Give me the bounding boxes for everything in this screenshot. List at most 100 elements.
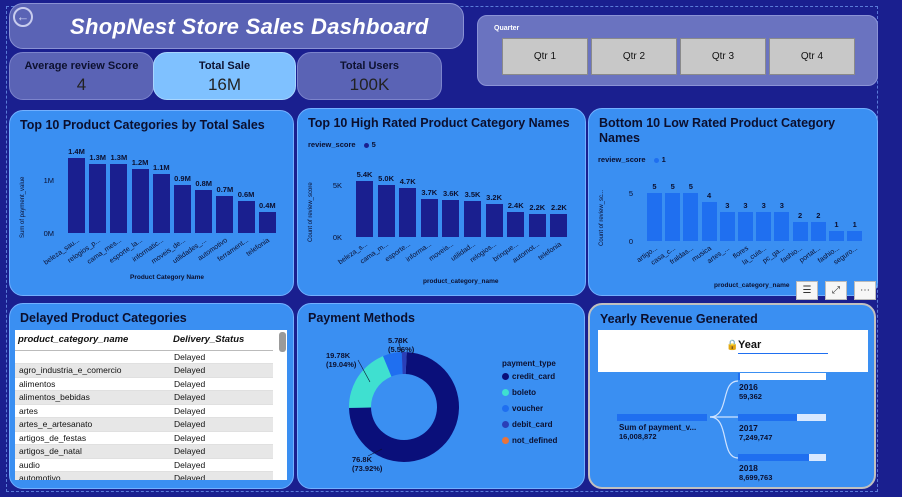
column-header[interactable]: product_category_name <box>15 330 170 351</box>
table-row[interactable]: alimentos_bebidas Delayed <box>15 390 273 405</box>
table-row[interactable]: audio Delayed <box>15 458 273 472</box>
data-label: 5 <box>688 181 693 191</box>
table-scrollbar[interactable] <box>279 332 286 352</box>
bar[interactable] <box>647 192 662 241</box>
slice-data-label: 19.78K <box>326 351 351 360</box>
x-axis-title: Product Category Name <box>130 274 205 281</box>
legend-item[interactable]: voucher <box>502 404 557 413</box>
bar[interactable] <box>528 214 546 237</box>
bar[interactable] <box>550 214 568 237</box>
table-cell: Delayed <box>170 377 273 391</box>
bar[interactable] <box>258 211 276 233</box>
table-cell: audio <box>15 458 170 472</box>
back-arrow-icon[interactable]: ← <box>13 7 33 27</box>
delayed-categories-table-card: Delayed Product Categories product_categ… <box>9 303 294 489</box>
data-label: 4.7K <box>399 177 416 187</box>
more-options-icon[interactable]: ⋯ <box>854 281 876 300</box>
year-bar-fill <box>738 454 810 461</box>
title-banner: ← ShopNest Store Sales Dashboard <box>9 3 464 49</box>
year-value: 59,362 <box>739 392 762 401</box>
bar[interactable] <box>131 169 149 233</box>
bar[interactable] <box>847 231 863 241</box>
root-value: 16,008,872 <box>619 432 657 441</box>
table-cell: artigos_de_festas <box>15 431 170 445</box>
table-cell: automotivo <box>15 471 170 480</box>
bar[interactable] <box>792 221 808 241</box>
root-label: Sum of payment_v... <box>619 423 697 432</box>
decomposition-tree-lines <box>709 380 739 459</box>
quarter-button-q2[interactable]: Qtr 2 <box>591 38 677 75</box>
bar[interactable] <box>110 163 128 233</box>
table-cell: Delayed <box>170 404 273 418</box>
legend-item[interactable]: debit_card <box>502 420 557 429</box>
table-cell: alimentos_bebidas <box>15 390 170 405</box>
bar[interactable] <box>216 195 234 233</box>
low-rated-categories-chart[interactable]: Bottom 10 Low Rated Product Category Nam… <box>588 108 878 296</box>
table-title: Delayed Product Categories <box>20 311 187 325</box>
table-cell: artes <box>15 404 170 418</box>
data-label: 3 <box>779 201 784 210</box>
page-title: ShopNest Store Sales Dashboard <box>70 14 429 39</box>
legend-marker <box>363 142 369 148</box>
quarter-button-q1[interactable]: Qtr 1 <box>502 38 588 75</box>
year-bar-track[interactable] <box>738 454 826 461</box>
payment-methods-chart[interactable]: Payment Methods 76.8K (73.92%) 19.78K (19.0… <box>297 303 585 489</box>
high-rated-categories-chart[interactable]: Top 10 High Rated Product Category Names… <box>297 108 586 296</box>
bar[interactable] <box>829 231 844 241</box>
bar[interactable] <box>507 212 525 237</box>
table-row[interactable]: agro_industria_e_comercio Delayed <box>15 363 273 378</box>
table-row[interactable]: Delayed <box>15 350 273 364</box>
table-row[interactable]: artes Delayed <box>15 404 273 418</box>
legend-item[interactable]: credit_card <box>502 372 557 381</box>
legend-title: review_score <box>598 155 646 164</box>
year-label: 2017 <box>739 423 758 433</box>
legend-label: credit_card <box>512 372 556 381</box>
table-row[interactable]: automotivo Delayed <box>15 471 273 480</box>
bar[interactable] <box>174 185 191 233</box>
legend-marker <box>502 405 509 413</box>
year-bar-track[interactable] <box>738 373 826 380</box>
table-cell: Delayed <box>170 431 273 445</box>
bar[interactable] <box>68 158 85 233</box>
filter-icon[interactable]: ☰ <box>796 281 818 300</box>
bar[interactable] <box>152 174 170 233</box>
y-tick-label: 1M <box>43 175 54 185</box>
delayed-table[interactable]: product_category_name Delivery_Status De… <box>15 330 287 480</box>
chart-title: Bottom 10 Low Rated Product Category Nam… <box>599 116 836 145</box>
bar[interactable] <box>377 185 395 237</box>
legend-item[interactable]: boleto <box>502 388 557 397</box>
root-bar[interactable] <box>617 414 707 421</box>
bar[interactable] <box>442 199 460 237</box>
bar[interactable] <box>756 212 772 241</box>
table-row[interactable]: alimentos Delayed <box>15 377 273 391</box>
table-row[interactable]: artigos_de_natal Delayed <box>15 444 273 459</box>
kpi-value: 100K <box>349 75 390 94</box>
legend-item[interactable]: not_defined <box>502 436 557 445</box>
focus-mode-icon[interactable]: ⤢ <box>825 281 847 300</box>
top-categories-sales-chart[interactable]: Top 10 Product Categories by Total Sales… <box>9 110 294 296</box>
kpi-label: Total Users <box>339 60 400 72</box>
table-cell: alimentos <box>15 377 170 391</box>
year-value: 7,249,747 <box>739 433 773 442</box>
quarter-button-q3[interactable]: Qtr 3 <box>680 38 766 75</box>
bar[interactable] <box>89 163 107 233</box>
y-tick-label: 0 <box>628 237 633 246</box>
bar[interactable] <box>356 181 373 237</box>
y-tick-label: 0K <box>332 233 342 242</box>
table-row[interactable]: artigos_de_festas Delayed <box>15 431 273 445</box>
bar[interactable] <box>738 212 753 241</box>
bar[interactable] <box>665 192 681 241</box>
slice-data-label: (5.56%) <box>388 345 415 354</box>
column-header[interactable]: Delivery_Status <box>170 330 273 351</box>
bar[interactable] <box>195 190 213 233</box>
quarter-button-q4[interactable]: Qtr 4 <box>769 38 855 75</box>
y-axis-title: Count of review_score <box>308 182 314 242</box>
bar[interactable] <box>420 198 438 237</box>
table-row[interactable]: artes_e_artesanato Delayed <box>15 417 273 432</box>
slice-data-label: (73.92%) <box>352 464 383 473</box>
legend: review_score 5 <box>308 140 376 149</box>
bar[interactable] <box>464 200 481 237</box>
bar[interactable] <box>719 212 735 241</box>
data-label: 0.6M <box>237 190 255 199</box>
year-bar-track[interactable] <box>738 414 826 421</box>
